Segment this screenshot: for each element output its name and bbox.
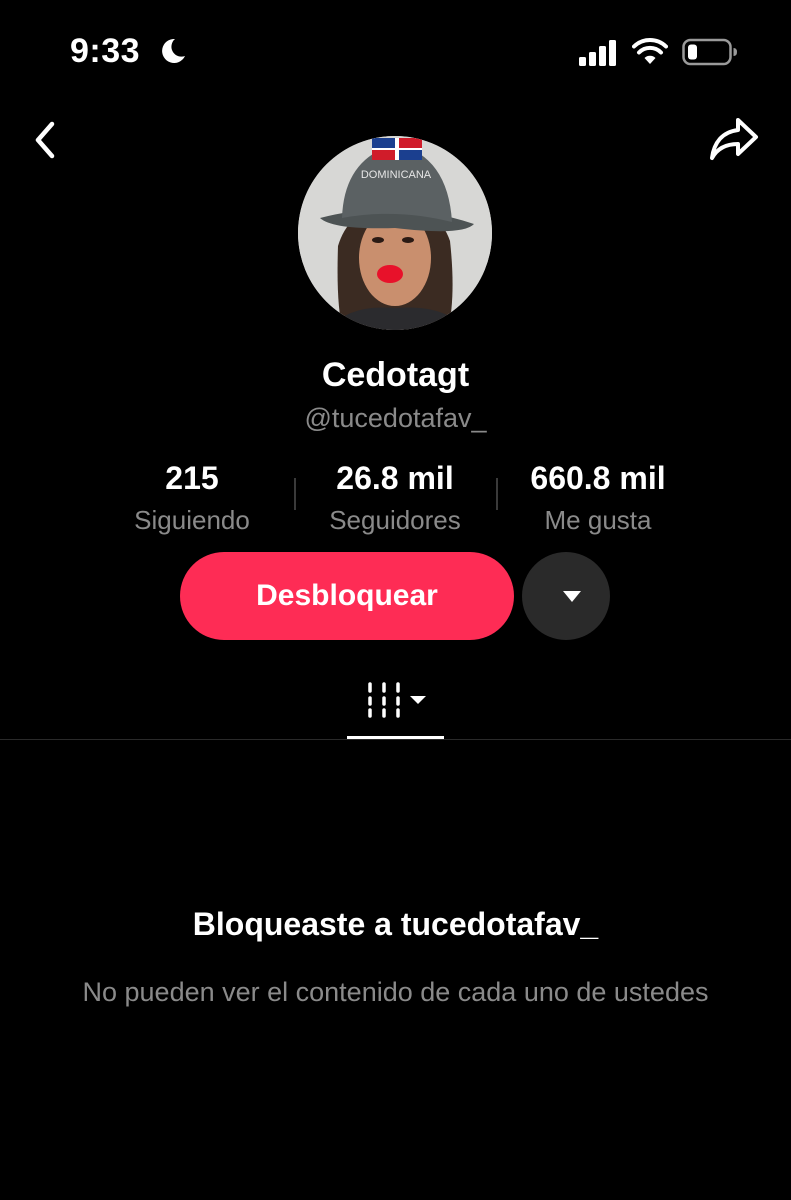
stat-likes[interactable]: 660.8 mil Me gusta xyxy=(498,460,698,536)
blocked-description: No pueden ver el contenido de cada uno d… xyxy=(82,977,709,1007)
stat-following-value: 215 xyxy=(165,460,219,496)
stat-likes-value: 660.8 mil xyxy=(530,460,666,496)
moon-icon xyxy=(162,38,185,63)
stat-following[interactable]: 215 Siguiendo xyxy=(92,460,292,536)
stat-followers-value: 26.8 mil xyxy=(336,460,454,496)
battery-icon xyxy=(682,38,737,66)
share-icon[interactable] xyxy=(708,116,760,162)
wifi-icon xyxy=(632,38,668,64)
tab-divider xyxy=(0,739,791,740)
avatar: DOMINICANA xyxy=(298,136,492,330)
tab-caret-down-icon xyxy=(410,696,426,704)
stat-followers-label: Seguidores xyxy=(329,505,461,535)
caret-down-icon xyxy=(563,591,581,602)
blocked-title: Bloqueaste a tucedotafav_ xyxy=(192,906,599,942)
stat-likes-label: Me gusta xyxy=(544,505,652,535)
avatar-image: DOMINICANA xyxy=(298,136,492,330)
more-options-button[interactable] xyxy=(522,552,610,640)
stat-following-label: Siguiendo xyxy=(134,505,250,535)
display-name: Cedotagt xyxy=(321,356,470,394)
unblock-button[interactable]: Desbloquear xyxy=(180,552,514,640)
stat-followers[interactable]: 26.8 mil Seguidores xyxy=(295,460,495,536)
signal-icon xyxy=(579,40,616,66)
avatar-hat-text: DOMINICANA xyxy=(361,169,432,181)
status-time: 9:33 xyxy=(70,32,141,70)
grid-icon[interactable] xyxy=(362,680,432,720)
back-icon[interactable] xyxy=(30,120,62,160)
username: @tucedotafav_ xyxy=(304,403,487,433)
